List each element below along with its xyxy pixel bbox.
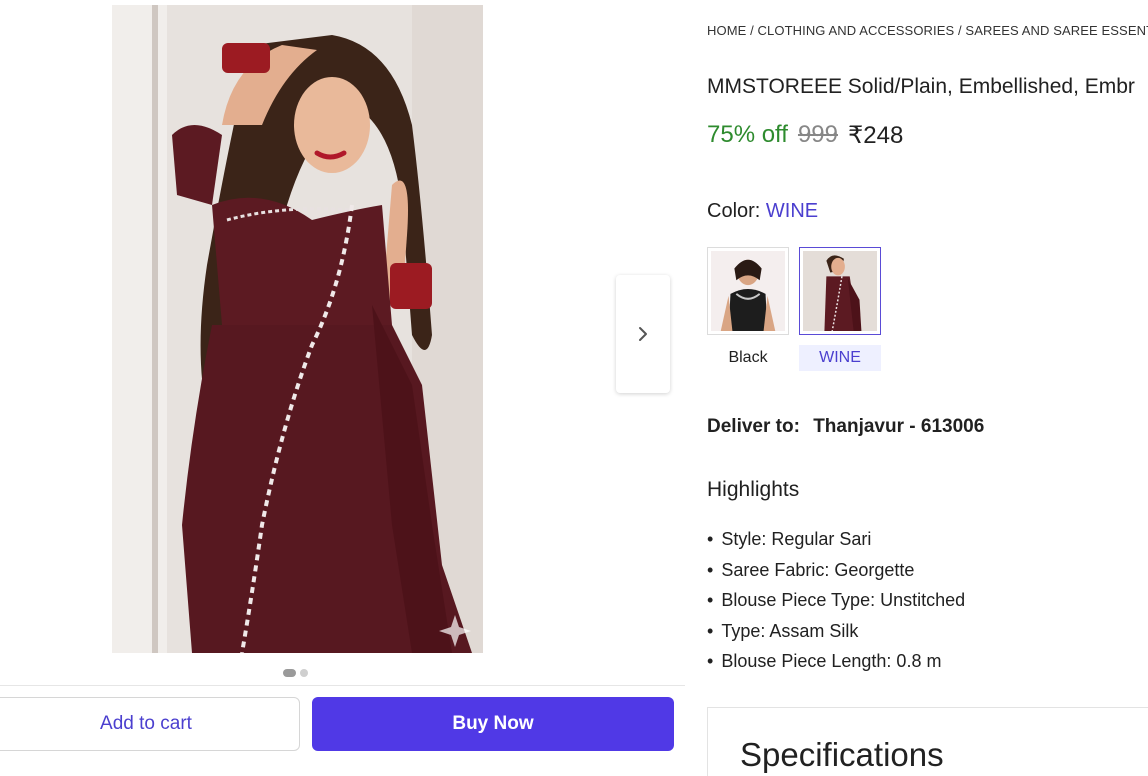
add-to-cart-button[interactable]: Add to cart bbox=[0, 697, 300, 751]
color-label: Color: WINE bbox=[707, 200, 818, 223]
product-details: HOME / CLOTHING AND ACCESSORIES / SAREES… bbox=[707, 0, 1148, 776]
selected-color-value: WINE bbox=[765, 200, 819, 222]
pagination-dot-active[interactable] bbox=[283, 669, 296, 677]
highlight-item: Type: Assam Silk bbox=[707, 616, 965, 647]
divider bbox=[0, 685, 685, 686]
highlights-title: Highlights bbox=[707, 478, 800, 501]
next-image-button[interactable] bbox=[616, 275, 670, 393]
delivery-row: Deliver to: Thanjavur - 613006 bbox=[707, 416, 984, 438]
price-row: 75% off 999 ₹248 bbox=[707, 121, 903, 150]
saree-model-illustration bbox=[112, 5, 483, 653]
discount-badge: 75% off bbox=[707, 121, 788, 148]
delivery-location[interactable]: Thanjavur - 613006 bbox=[813, 416, 984, 437]
highlight-item: Blouse Piece Type: Unstitched bbox=[707, 585, 965, 616]
highlight-item: Saree Fabric: Georgette bbox=[707, 555, 965, 586]
breadcrumb-separator: / bbox=[954, 23, 966, 38]
specifications-section: Specifications bbox=[707, 707, 1148, 776]
color-swatch-wine[interactable] bbox=[799, 247, 881, 335]
chevron-right-icon bbox=[639, 327, 647, 341]
highlight-item: Blouse Piece Length: 0.8 m bbox=[707, 646, 965, 677]
color-swatch-black[interactable] bbox=[707, 247, 789, 335]
image-pagination-dots bbox=[283, 669, 308, 677]
breadcrumb-clothing[interactable]: CLOTHING AND ACCESSORIES bbox=[758, 23, 955, 38]
color-label-text: Color: bbox=[707, 200, 761, 222]
product-image[interactable] bbox=[112, 5, 483, 653]
selling-price: ₹248 bbox=[848, 122, 904, 149]
pagination-dot[interactable] bbox=[300, 669, 308, 677]
swatch-black-thumbnail bbox=[711, 251, 785, 331]
highlight-item: Style: Regular Sari bbox=[707, 524, 965, 555]
original-price: 999 bbox=[797, 121, 838, 148]
color-option-black-label[interactable]: Black bbox=[707, 345, 789, 371]
breadcrumb-separator: / bbox=[746, 23, 758, 38]
deliver-to-label: Deliver to: bbox=[707, 416, 800, 437]
buy-now-button[interactable]: Buy Now bbox=[312, 697, 674, 751]
product-gallery: Add to cart Buy Now bbox=[0, 0, 685, 776]
breadcrumb-home[interactable]: HOME bbox=[707, 23, 746, 38]
breadcrumb: HOME / CLOTHING AND ACCESSORIES / SAREES… bbox=[707, 23, 1148, 38]
specifications-title: Specifications bbox=[740, 736, 944, 773]
color-option-wine-label[interactable]: WINE bbox=[799, 345, 881, 371]
breadcrumb-sarees[interactable]: SAREES AND SAREE ESSENT bbox=[965, 23, 1148, 38]
product-title: MMSTOREEE Solid/Plain, Embellished, Embr bbox=[707, 75, 1135, 98]
swatch-wine-thumbnail bbox=[803, 251, 877, 331]
highlights-list: Style: Regular Sari Saree Fabric: George… bbox=[707, 524, 965, 677]
